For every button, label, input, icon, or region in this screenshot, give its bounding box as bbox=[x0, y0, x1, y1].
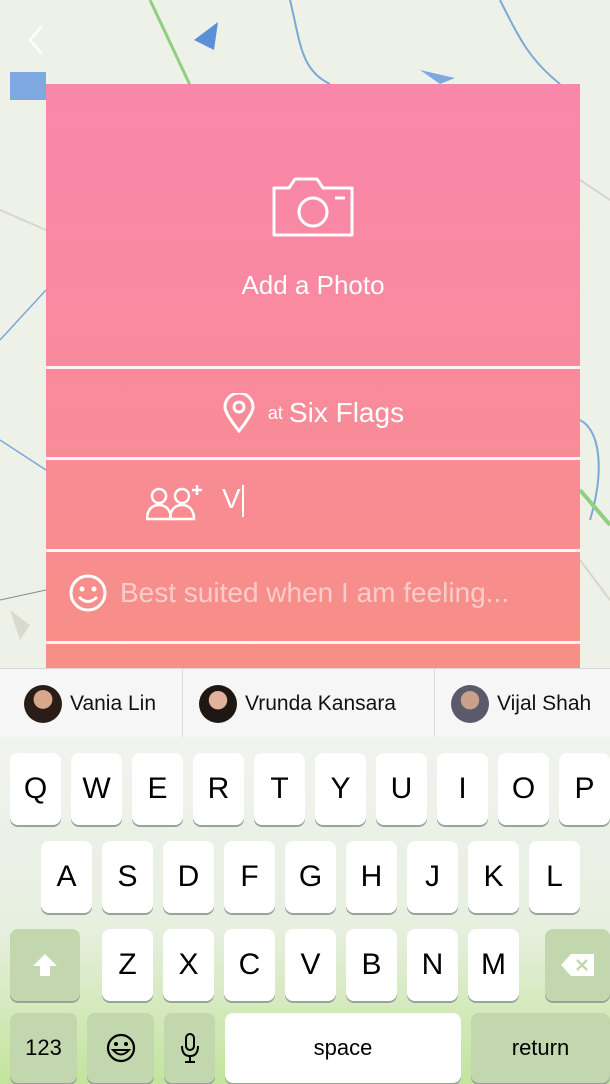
add-photo-button[interactable]: Add a Photo bbox=[46, 84, 580, 366]
location-name: Six Flags bbox=[288, 397, 405, 428]
key-e[interactable]: E bbox=[132, 753, 183, 825]
add-photo-label: Add a Photo bbox=[241, 270, 385, 300]
microphone-icon bbox=[180, 1033, 199, 1063]
suggestion-item[interactable]: Vania Lin bbox=[0, 669, 183, 738]
key-i[interactable]: I bbox=[437, 753, 488, 825]
key-p[interactable]: P bbox=[559, 753, 610, 825]
key-s[interactable]: S bbox=[102, 841, 153, 913]
divider bbox=[46, 641, 580, 644]
suggestion-name: Vijal Shah bbox=[497, 691, 592, 715]
mood-placeholder: Best suited when I am feeling... bbox=[120, 577, 510, 608]
keyboard: Q W E R T Y U I O P A S D F G H J K L Z … bbox=[0, 737, 610, 1084]
key-d[interactable]: D bbox=[163, 841, 214, 913]
tag-friends-input[interactable]: V bbox=[222, 483, 244, 517]
smiley-icon bbox=[69, 574, 107, 612]
key-k[interactable]: K bbox=[468, 841, 519, 913]
key-f[interactable]: F bbox=[224, 841, 275, 913]
key-q[interactable]: Q bbox=[10, 753, 61, 825]
emoji-key[interactable] bbox=[87, 1013, 154, 1083]
key-g[interactable]: G bbox=[285, 841, 336, 913]
suggestion-item[interactable]: Vrunda Kansara bbox=[183, 669, 435, 738]
key-u[interactable]: U bbox=[376, 753, 427, 825]
mood-row[interactable]: Best suited when I am feeling... bbox=[46, 553, 580, 641]
tag-friends-row[interactable]: V bbox=[46, 461, 580, 549]
suggestion-name: Vrunda Kansara bbox=[245, 691, 396, 715]
key-w[interactable]: W bbox=[71, 753, 122, 825]
avatar bbox=[24, 684, 62, 723]
shift-icon bbox=[33, 954, 57, 976]
key-j[interactable]: J bbox=[407, 841, 458, 913]
divider bbox=[46, 457, 580, 460]
key-h[interactable]: H bbox=[346, 841, 397, 913]
location-pin-icon bbox=[223, 393, 255, 433]
key-o[interactable]: O bbox=[498, 753, 549, 825]
camera-icon bbox=[272, 177, 354, 237]
key-y[interactable]: Y bbox=[315, 753, 366, 825]
key-m[interactable]: M bbox=[468, 929, 519, 1001]
key-b[interactable]: B bbox=[346, 929, 397, 1001]
backspace-icon bbox=[560, 954, 594, 976]
location-prefix: at bbox=[267, 402, 283, 423]
divider bbox=[46, 549, 580, 552]
key-z[interactable]: Z bbox=[102, 929, 153, 1001]
return-key[interactable]: return bbox=[471, 1013, 610, 1083]
space-key[interactable]: space bbox=[225, 1013, 461, 1083]
chevron-left-icon bbox=[28, 25, 43, 55]
location-row[interactable]: at Six Flags bbox=[46, 369, 580, 457]
key-v[interactable]: V bbox=[285, 929, 336, 1001]
text-cursor bbox=[241, 484, 244, 517]
shift-key[interactable] bbox=[10, 929, 80, 1001]
key-a[interactable]: A bbox=[41, 841, 92, 913]
avatar bbox=[199, 684, 237, 723]
checkin-card: Add a Photo at Six Flags V Best suited w… bbox=[46, 84, 580, 680]
add-friends-icon bbox=[146, 485, 202, 521]
key-l[interactable]: L bbox=[529, 841, 580, 913]
key-x[interactable]: X bbox=[163, 929, 214, 1001]
avatar bbox=[451, 684, 489, 723]
tag-friends-value: V bbox=[222, 483, 241, 514]
emoji-icon bbox=[106, 1033, 135, 1063]
suggestion-name: Vania Lin bbox=[70, 691, 157, 715]
numbers-key[interactable]: 123 bbox=[10, 1013, 77, 1083]
key-r[interactable]: R bbox=[193, 753, 244, 825]
friend-suggestions: Vania Lin Vrunda Kansara Vijal Shah bbox=[0, 668, 610, 738]
dictation-key[interactable] bbox=[164, 1013, 215, 1083]
backspace-key[interactable] bbox=[545, 929, 610, 1001]
key-t[interactable]: T bbox=[254, 753, 305, 825]
back-button[interactable] bbox=[22, 22, 52, 58]
suggestion-item[interactable]: Vijal Shah bbox=[435, 669, 610, 738]
key-n[interactable]: N bbox=[407, 929, 458, 1001]
key-c[interactable]: C bbox=[224, 929, 275, 1001]
